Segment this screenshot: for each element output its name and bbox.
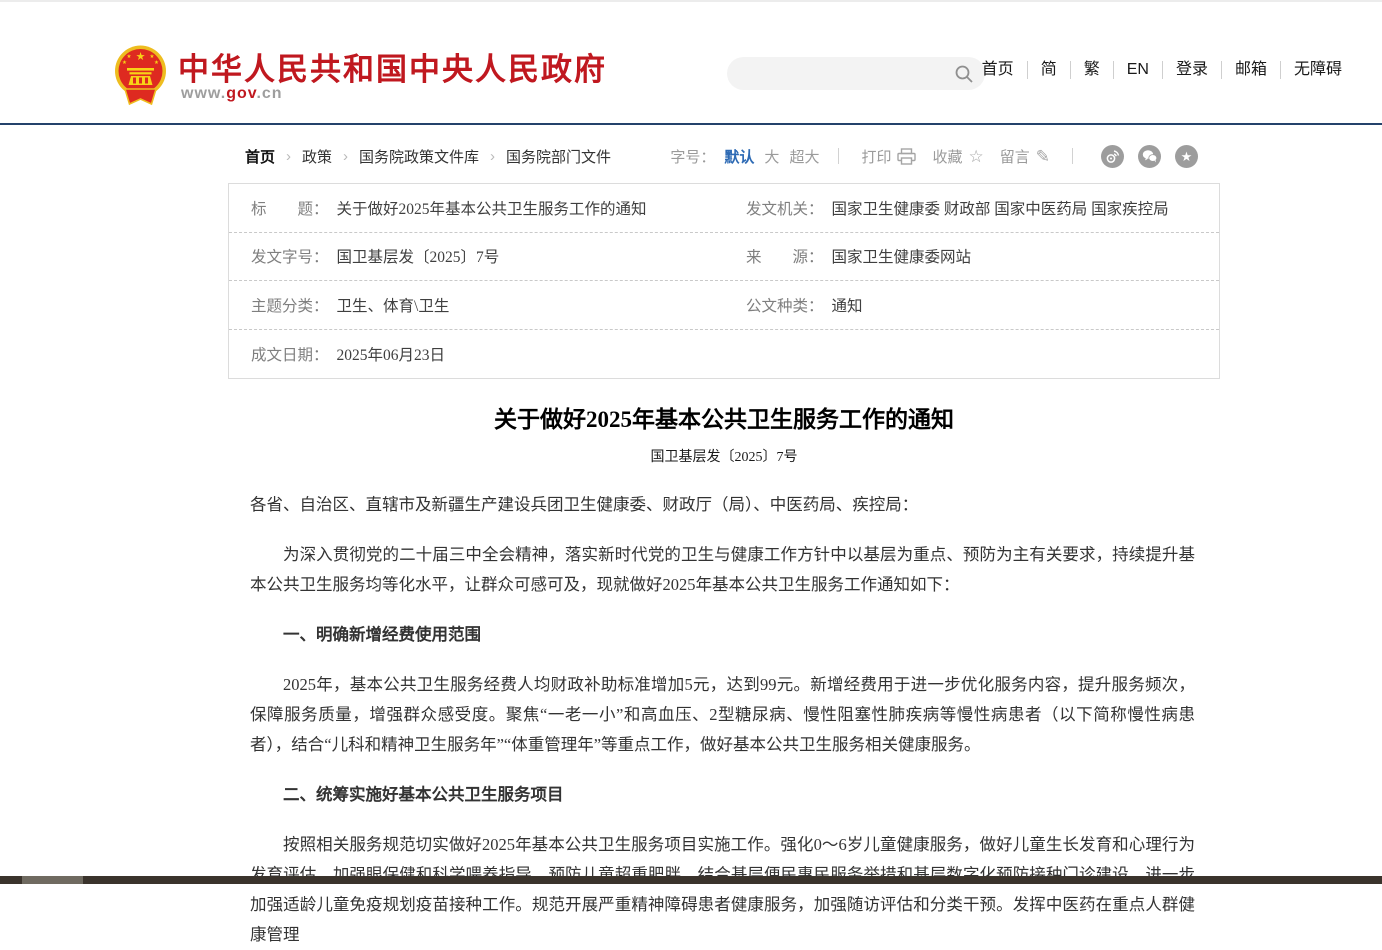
site-header: ★ ★ ★ ★ ★ 中华人民共和国中央人民政府 www.gov.cn 首页 简 …	[0, 2, 1382, 123]
meta-date-label: 成文日期：	[251, 343, 329, 365]
print-label: 打印	[861, 146, 891, 167]
breadcrumb-policy[interactable]: 政策	[302, 146, 332, 167]
nav-english[interactable]: EN	[1113, 61, 1162, 79]
article-section-heading-2: 二、统筹实施好基本公共卫生服务项目	[250, 780, 1195, 810]
article-paragraph-section-2: 按照相关服务规范切实做好2025年基本公共卫生服务项目实施工作。强化0～6岁儿童…	[250, 830, 1195, 950]
meta-source-label: 来 源：	[746, 245, 824, 267]
qzone-share-button[interactable]: ★	[1175, 145, 1198, 168]
print-button[interactable]: 打印	[861, 146, 916, 167]
toolbar-divider	[1072, 148, 1073, 164]
meta-category-label: 主题分类：	[251, 294, 329, 316]
breadcrumb-separator: ›	[286, 148, 291, 165]
search-box[interactable]	[727, 57, 985, 90]
nav-login[interactable]: 登录	[1162, 61, 1221, 79]
article-section-heading-1: 一、明确新增经费使用范围	[250, 620, 1195, 650]
meta-date: 成文日期： 2025年06月23日	[229, 343, 724, 365]
meta-number-label: 发文字号：	[251, 245, 329, 267]
svg-text:★: ★	[122, 60, 127, 66]
favorite-label: 收藏	[932, 146, 962, 167]
search-input[interactable]	[743, 57, 953, 90]
favorite-button[interactable]: 收藏 ☆	[932, 146, 983, 167]
breadcrumb: 首页 › 政策 › 国务院政策文件库 › 国务院部门文件	[245, 146, 611, 167]
article-paragraph-intro: 为深入贯彻党的二十届三中全会精神，落实新时代党的卫生与健康工作方针中以基层为重点…	[250, 540, 1195, 600]
nav-accessibility[interactable]: 无障碍	[1280, 61, 1342, 79]
font-size-label: 字号：	[670, 146, 715, 167]
meta-row: 成文日期： 2025年06月23日	[229, 330, 1219, 379]
article-toolbar: 字号： 默认 大 超大 打印 收藏 ☆ 留言 ✎	[670, 145, 1220, 168]
wechat-share-button[interactable]	[1138, 145, 1161, 168]
font-size-large[interactable]: 大	[764, 146, 779, 167]
weibo-icon	[1105, 149, 1120, 164]
meta-agency-value: 国家卫生健康委 财政部 国家中医药局 国家疾控局	[832, 197, 1169, 219]
meta-number: 发文字号： 国卫基层发〔2025〕7号	[229, 245, 724, 267]
article-paragraph-salutation: 各省、自治区、直辖市及新疆生产建设兵团卫生健康委、财政厅（局）、中医药局、疾控局…	[250, 490, 1195, 520]
qzone-icon: ★	[1181, 150, 1193, 163]
breadcrumb-separator: ›	[490, 148, 495, 165]
nav-traditional[interactable]: 繁	[1070, 61, 1113, 79]
meta-type-value: 通知	[832, 294, 863, 316]
svg-text:★: ★	[127, 54, 132, 60]
meta-category-value: 卫生、体育\卫生	[337, 294, 450, 316]
site-url-cn: .cn	[256, 85, 282, 102]
svg-text:★: ★	[154, 60, 159, 66]
site-url-www: www.	[181, 85, 226, 102]
bottom-taskbar-edge	[0, 876, 1382, 884]
nav-simplified[interactable]: 简	[1027, 61, 1070, 79]
meta-agency: 发文机关： 国家卫生健康委 财政部 国家中医药局 国家疾控局	[724, 197, 1219, 219]
meta-type-label: 公文种类：	[746, 294, 824, 316]
weibo-share-button[interactable]	[1101, 145, 1124, 168]
breadcrumb-toolbar-row: 首页 › 政策 › 国务院政策文件库 › 国务院部门文件 字号： 默认 大 超大…	[228, 143, 1220, 169]
meta-row: 主题分类： 卫生、体育\卫生 公文种类： 通知	[229, 281, 1219, 330]
wechat-icon	[1142, 149, 1157, 163]
bottom-taskbar-segment	[22, 876, 83, 884]
article-title: 关于做好2025年基本公共卫生服务工作的通知	[228, 400, 1220, 434]
article-paragraph-section-1: 2025年，基本公共卫生服务经费人均财政补助标准增加5元，达到99元。新增经费用…	[250, 670, 1195, 760]
comment-label: 留言	[1000, 146, 1030, 167]
site-url-gov: gov	[226, 85, 256, 102]
top-nav: 首页 简 繁 EN 登录 邮箱 无障碍	[969, 61, 1342, 79]
header-divider	[0, 123, 1382, 125]
meta-title-label: 标 题：	[251, 197, 329, 219]
breadcrumb-home[interactable]: 首页	[245, 146, 275, 167]
nav-home[interactable]: 首页	[969, 61, 1027, 79]
svg-text:★: ★	[136, 51, 146, 63]
document-meta-table: 标 题： 关于做好2025年基本公共卫生服务工作的通知 发文机关： 国家卫生健康…	[228, 183, 1220, 379]
nav-mail[interactable]: 邮箱	[1221, 61, 1280, 79]
breadcrumb-separator: ›	[343, 148, 348, 165]
star-icon: ☆	[968, 148, 983, 165]
meta-row: 标 题： 关于做好2025年基本公共卫生服务工作的通知 发文机关： 国家卫生健康…	[229, 184, 1219, 233]
meta-source: 来 源： 国家卫生健康委网站	[724, 245, 1219, 267]
site-title: 中华人民共和国中央人民政府	[178, 44, 607, 89]
meta-number-value: 国卫基层发〔2025〕7号	[337, 245, 500, 267]
national-emblem-logo: ★ ★ ★ ★ ★	[112, 44, 169, 107]
printer-icon	[897, 148, 916, 165]
meta-category: 主题分类： 卫生、体育\卫生	[229, 294, 724, 316]
meta-date-value: 2025年06月23日	[337, 343, 446, 365]
font-size-default[interactable]: 默认	[724, 146, 754, 167]
pencil-icon: ✎	[1036, 148, 1050, 165]
meta-title: 标 题： 关于做好2025年基本公共卫生服务工作的通知	[229, 197, 724, 219]
meta-type: 公文种类： 通知	[724, 294, 1219, 316]
main-content: 首页 › 政策 › 国务院政策文件库 › 国务院部门文件 字号： 默认 大 超大…	[228, 143, 1220, 950]
article-doc-number: 国卫基层发〔2025〕7号	[228, 446, 1220, 466]
meta-title-value: 关于做好2025年基本公共卫生服务工作的通知	[337, 197, 647, 219]
meta-row: 发文字号： 国卫基层发〔2025〕7号 来 源： 国家卫生健康委网站	[229, 233, 1219, 282]
meta-source-value: 国家卫生健康委网站	[832, 245, 972, 267]
breadcrumb-department-documents[interactable]: 国务院部门文件	[506, 146, 611, 167]
breadcrumb-policy-library[interactable]: 国务院政策文件库	[359, 146, 479, 167]
meta-agency-label: 发文机关：	[746, 197, 824, 219]
font-size-xlarge[interactable]: 超大	[789, 146, 819, 167]
comment-button[interactable]: 留言 ✎	[1000, 146, 1050, 167]
site-url: www.gov.cn	[181, 85, 283, 103]
toolbar-divider	[838, 148, 839, 164]
